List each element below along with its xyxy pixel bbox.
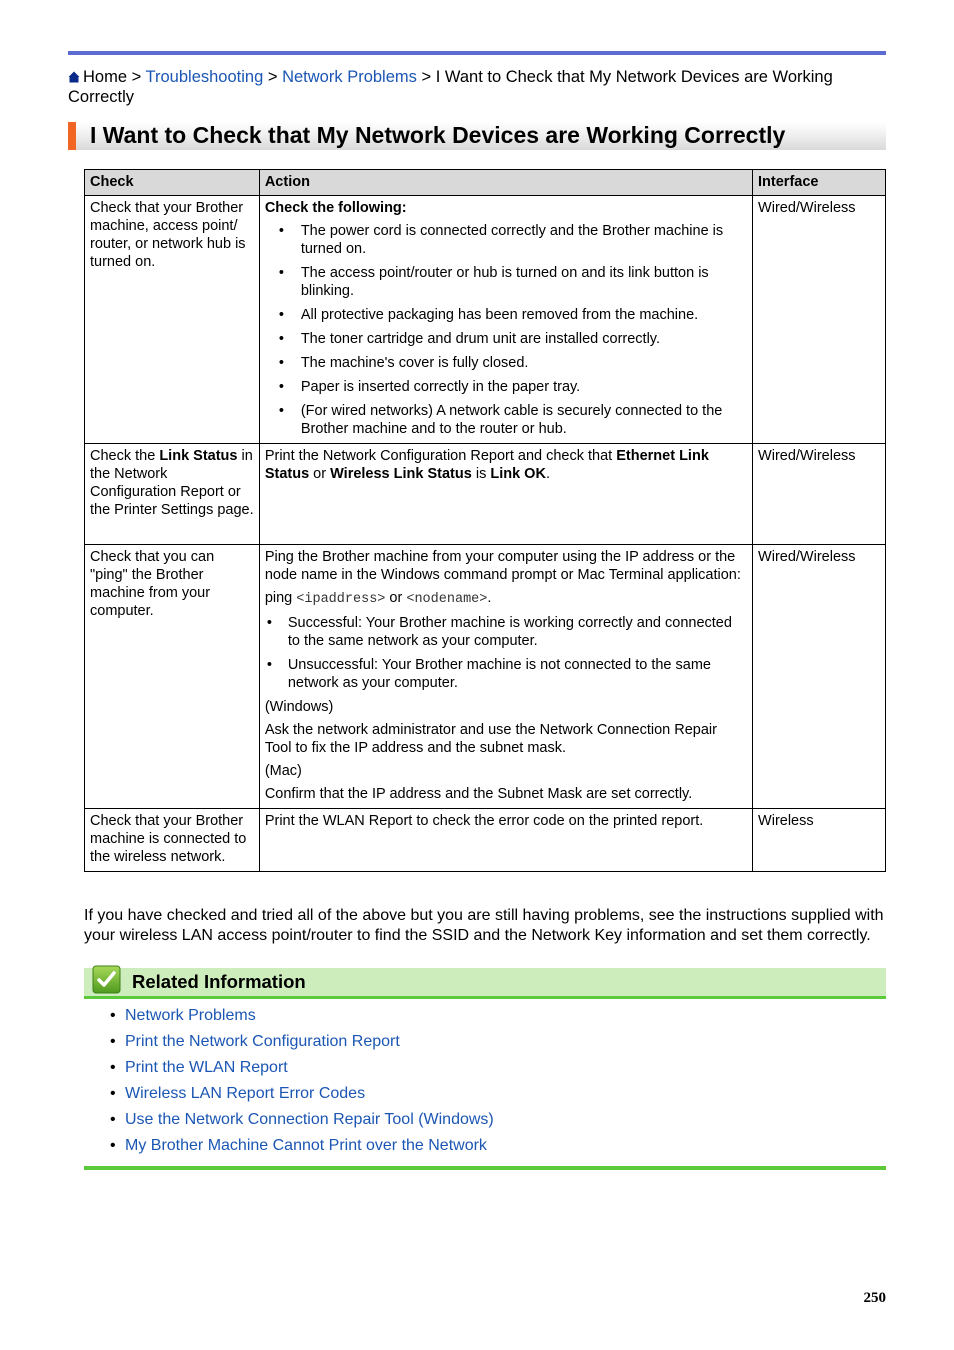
related-link-network-problems[interactable]: Network Problems [125, 1007, 256, 1024]
table-row: Check that your Brother machine, access … [84, 195, 886, 444]
breadcrumb-link-troubleshooting[interactable]: Troubleshooting [146, 68, 264, 86]
related-link-print-wlan-report[interactable]: Print the WLAN Report [125, 1059, 288, 1076]
interface-cell: Wired/Wireless [752, 544, 886, 809]
breadcrumb-link-network-problems[interactable]: Network Problems [282, 68, 417, 86]
check-cell: Check the Link Status in the Network Con… [84, 443, 260, 545]
list-item: The power cord is connected correctly an… [265, 222, 747, 258]
check-text: Check the [90, 448, 160, 464]
wireless-link-status-label: Wireless Link Status [330, 466, 472, 482]
column-header-check: Check [84, 169, 260, 196]
list-item: Unsuccessful: Your Brother machine is no… [265, 656, 747, 692]
action-text: or [309, 466, 331, 482]
mac-label: (Mac) [264, 763, 302, 779]
ping-end: . [487, 590, 492, 606]
list-item: Successful: Your Brother machine is work… [265, 614, 747, 650]
action-cell: Print the Network Configuration Report a… [258, 443, 754, 545]
breadcrumb-separator: > [421, 68, 432, 86]
link-ok-label: Link OK [490, 466, 546, 482]
breadcrumb-separator: > [131, 68, 142, 86]
table-header-row: Check Action Interface [84, 169, 886, 196]
list-item: Paper is inserted correctly in the paper… [265, 378, 747, 396]
interface-cell: Wireless [752, 808, 886, 872]
home-icon [68, 71, 80, 83]
action-cell: Check the following: The power cord is c… [258, 195, 754, 444]
list-item: Print the WLAN Report [84, 1058, 494, 1084]
related-link-wlan-error-codes[interactable]: Wireless LAN Report Error Codes [125, 1085, 365, 1102]
action-list: The power cord is connected correctly an… [265, 222, 747, 438]
action-text: . [545, 466, 550, 482]
list-item: My Brother Machine Cannot Print over the… [84, 1136, 494, 1162]
page-title-bar: I Want to Check that My Network Devices … [68, 122, 886, 150]
related-information-title: Related Information [132, 971, 306, 992]
breadcrumb-home[interactable]: Home [83, 68, 127, 86]
breadcrumb: Home > Troubleshooting > Network Problem… [68, 67, 886, 107]
list-item: Network Problems [84, 1006, 494, 1032]
list-item: The machine's cover is fully closed. [265, 354, 747, 372]
breadcrumb-separator: > [267, 68, 278, 86]
ping-command: ping <ipaddress> or <nodename>. [265, 589, 747, 609]
column-header-action: Action [258, 169, 754, 196]
table-row: Check that you can "ping" the Brother ma… [84, 544, 886, 809]
related-link-repair-tool[interactable]: Use the Network Connection Repair Tool (… [125, 1111, 494, 1128]
interface-cell: Wired/Wireless [752, 443, 886, 545]
checkmark-icon [92, 965, 121, 994]
ping-ipaddress-arg: <ipaddress> [296, 592, 386, 607]
related-link-print-network-config-report[interactable]: Print the Network Configuration Report [125, 1033, 400, 1050]
windows-label: (Windows) [264, 699, 334, 715]
top-rule [68, 51, 886, 55]
column-header-interface: Interface [752, 169, 886, 196]
action-cell: Ping the Brother machine from your compu… [258, 544, 754, 809]
action-text: is [471, 466, 491, 482]
ping-prefix: ping [264, 590, 297, 606]
ping-result-list: Successful: Your Brother machine is work… [265, 614, 747, 692]
check-cell: Check that your Brother machine is conne… [84, 808, 260, 872]
list-item: The access point/router or hub is turned… [265, 264, 747, 300]
action-text: Print the Network Configuration Report a… [264, 448, 617, 464]
list-item: Print the Network Configuration Report [84, 1032, 494, 1058]
page-number: 250 [863, 1290, 887, 1306]
ping-or: or [385, 590, 407, 606]
action-intro: Ping the Brother machine from your compu… [264, 549, 741, 583]
title-accent-bar [68, 122, 76, 150]
windows-text: Ask the network administrator and use th… [264, 722, 717, 756]
ping-nodename-arg: <nodename> [406, 592, 488, 607]
list-item: Use the Network Connection Repair Tool (… [84, 1110, 494, 1136]
table-row: Check the Link Status in the Network Con… [84, 443, 886, 545]
action-heading: Check the following: [264, 200, 407, 216]
related-link-cannot-print-network[interactable]: My Brother Machine Cannot Print over the… [125, 1137, 487, 1154]
bottom-rule [84, 1166, 886, 1170]
list-item: Wireless LAN Report Error Codes [84, 1084, 494, 1110]
action-cell: Print the WLAN Report to check the error… [258, 808, 754, 872]
footer-note: If you have checked and tried all of the… [84, 907, 884, 944]
related-information-header: Related Information [84, 965, 886, 999]
related-links-list: Network Problems Print the Network Confi… [84, 1006, 494, 1162]
check-cell: Check that your Brother machine, access … [84, 195, 260, 444]
list-item: All protective packaging has been remove… [265, 306, 747, 324]
list-item: The toner cartridge and drum unit are in… [265, 330, 747, 348]
check-bold-text: Link Status [159, 448, 238, 464]
interface-cell: Wired/Wireless [752, 195, 886, 444]
check-cell: Check that you can "ping" the Brother ma… [84, 544, 260, 809]
list-item: (For wired networks) A network cable is … [265, 402, 747, 438]
troubleshooting-table: Check Action Interface Check that your B… [84, 169, 886, 872]
page-title: I Want to Check that My Network Devices … [90, 122, 786, 148]
mac-text: Confirm that the IP address and the Subn… [264, 786, 693, 802]
table-row: Check that your Brother machine is conne… [84, 808, 886, 872]
